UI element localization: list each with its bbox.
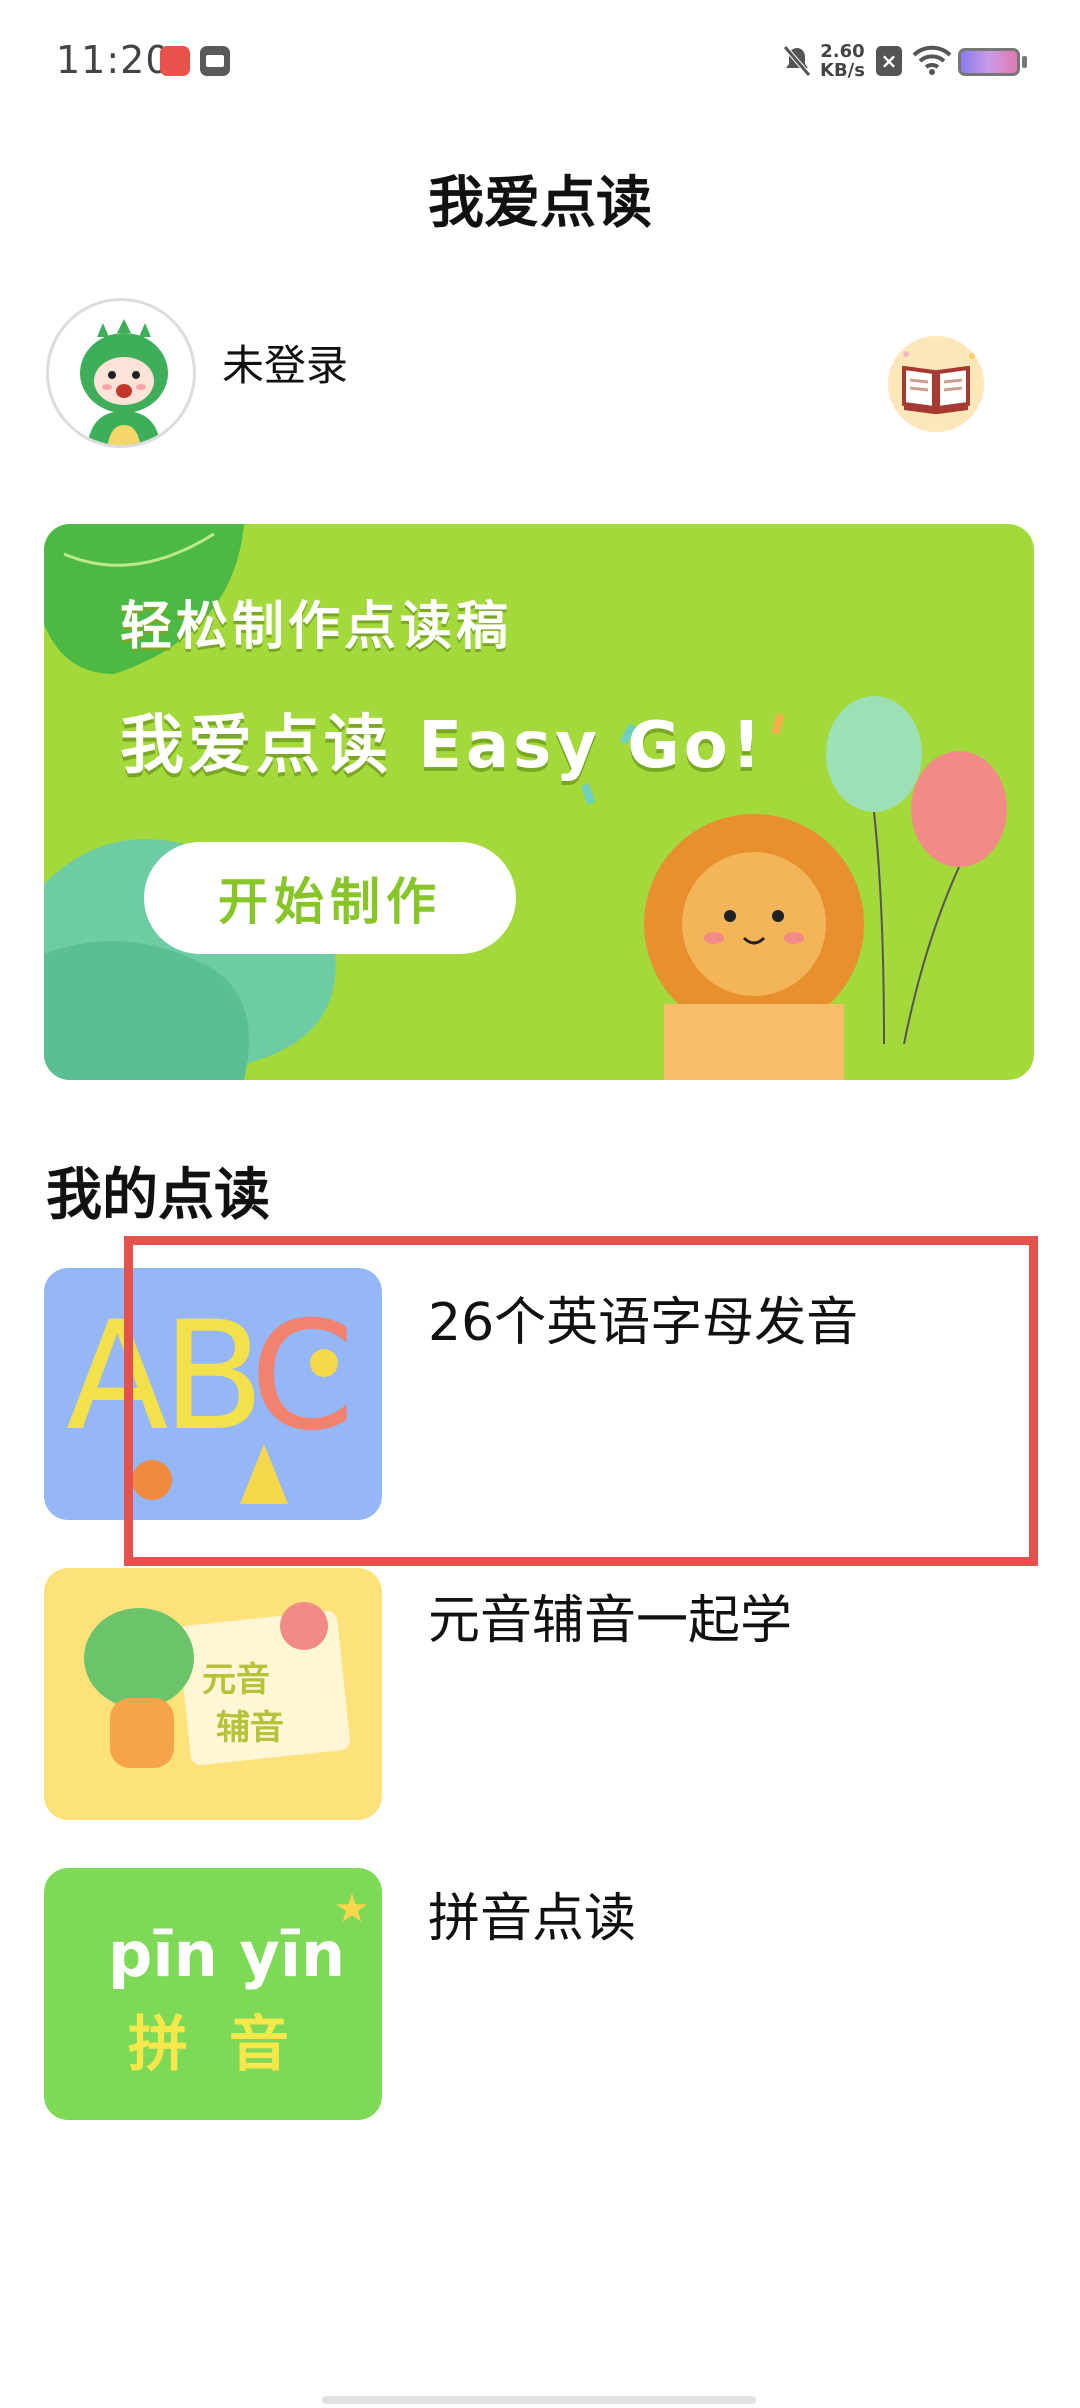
net-speed-value: 2.60 — [820, 41, 865, 62]
thumb-text-pinyin-cn: 拼 音 — [128, 2010, 299, 2080]
start-create-button[interactable]: 开始制作 — [144, 842, 516, 954]
list-item-label[interactable]: 拼音点读 — [428, 1876, 636, 1951]
mute-bell-icon — [783, 45, 811, 77]
list-item-thumb-pinyin[interactable]: pīn yīn 拼 音 ★ — [44, 1868, 382, 2120]
huawei-app-icon — [160, 46, 190, 76]
frog-body — [110, 1698, 174, 1768]
login-status[interactable]: 未登录 — [222, 332, 348, 393]
banner-headline: 我爱点读 Easy Go! — [120, 709, 765, 783]
wifi-icon — [912, 45, 952, 75]
calendar-app-icon — [200, 46, 230, 76]
net-speed: 2.60 KB/s — [820, 42, 865, 80]
thumb-text-pinyin: pīn yīn — [108, 1918, 346, 1991]
home-indicator[interactable] — [322, 2396, 756, 2404]
list-item-label[interactable]: 元音辅音一起学 — [428, 1578, 792, 1653]
thumb-text-vowel: 元音 — [202, 1660, 270, 1700]
battery-icon — [958, 48, 1020, 76]
alarm-clock-icon — [280, 1602, 328, 1650]
open-book-icon — [902, 351, 975, 414]
battery-cap — [1022, 56, 1027, 68]
status-time: 11:20 — [56, 38, 171, 82]
section-title: 我的点读 — [46, 1163, 270, 1228]
banner-subtitle: 轻松制作点读稿 — [120, 597, 513, 657]
dinosaur-avatar-icon — [80, 319, 168, 445]
thumb-text-consonant: 辅音 — [216, 1708, 284, 1748]
avatar[interactable] — [46, 298, 196, 448]
net-speed-unit: KB/s — [820, 60, 865, 81]
list-item-thumb-vowels[interactable]: 元音 辅音 — [44, 1568, 382, 1820]
page-title: 我爱点读 — [428, 171, 652, 236]
status-bar: 11:20 2.60 KB/s × — [0, 0, 1080, 120]
close-box-icon: × — [876, 46, 902, 76]
frog-character — [84, 1608, 194, 1708]
highlight-box — [124, 1236, 1038, 1566]
star-icon: ★ — [334, 1886, 370, 1932]
promo-banner[interactable]: 轻松制作点读稿 我爱点读 Easy Go! 开始制作 — [44, 524, 1034, 1080]
book-button[interactable] — [888, 336, 984, 432]
